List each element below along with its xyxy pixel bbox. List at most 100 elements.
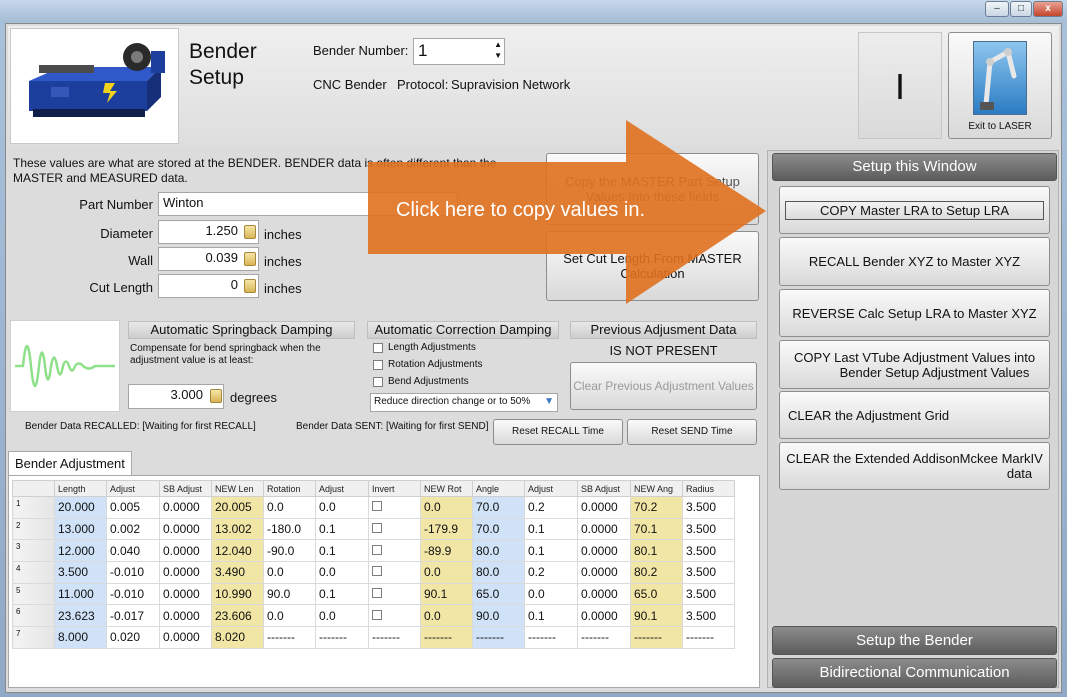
- table-cell[interactable]: 8.020: [211, 626, 264, 649]
- damping-mode-select[interactable]: Reduce direction change or to 50% ▼: [370, 393, 558, 412]
- table-row[interactable]: 1 20.000 0.005 0.0000 20.005 0.0 0.0 0.0 70.0 0.2…: [12, 496, 735, 519]
- table-row[interactable]: 3 12.000 0.040 0.0000 12.040 -90.0 0.1 -89.9 80.…: [12, 539, 735, 563]
- invert-cell[interactable]: [368, 604, 421, 628]
- table-cell[interactable]: 0.040: [106, 539, 160, 563]
- table-row[interactable]: 7 8.000 0.020 0.0000 8.020 ------- ------- ----…: [12, 626, 735, 649]
- grid-header[interactable]: Rotation: [263, 480, 316, 497]
- invert-cell[interactable]: [368, 582, 421, 606]
- table-cell[interactable]: 0.1: [524, 604, 578, 628]
- table-cell[interactable]: 65.0: [472, 582, 525, 606]
- copy-vtube-button[interactable]: COPY Last VTube Adjustment Values into B…: [779, 340, 1050, 389]
- table-cell[interactable]: 70.2: [630, 496, 683, 519]
- close-button[interactable]: x: [1033, 1, 1063, 17]
- invert-cell[interactable]: [368, 517, 421, 541]
- table-row[interactable]: 6 23.623 -0.017 0.0000 23.606 0.0 0.0 0.0 90.0 0.…: [12, 604, 735, 628]
- table-cell[interactable]: 80.0: [472, 561, 525, 584]
- table-cell[interactable]: 0.1: [524, 517, 578, 541]
- table-cell[interactable]: 12.040: [211, 539, 264, 563]
- table-cell[interactable]: 0.0: [263, 561, 316, 584]
- table-cell[interactable]: 90.0: [472, 604, 525, 628]
- table-cell[interactable]: 0.0000: [577, 496, 631, 519]
- table-cell[interactable]: -------: [630, 626, 683, 649]
- table-cell[interactable]: 90.1: [420, 582, 473, 606]
- grid-header[interactable]: Adjust: [106, 480, 160, 497]
- grid-header[interactable]: SB Adjust: [159, 480, 212, 497]
- stepper-arrows-icon[interactable]: ▲ ▼: [494, 39, 502, 61]
- table-cell[interactable]: -0.010: [106, 561, 160, 584]
- table-cell[interactable]: -------: [524, 626, 578, 649]
- table-cell[interactable]: -------: [682, 626, 735, 649]
- table-cell[interactable]: 0.0000: [577, 517, 631, 541]
- invert-cell[interactable]: [368, 496, 421, 519]
- table-cell[interactable]: 80.1: [630, 539, 683, 563]
- table-cell[interactable]: 8.000: [54, 626, 107, 649]
- grid-header[interactable]: NEW Ang: [630, 480, 683, 497]
- bender-number-stepper[interactable]: 1 ▲ ▼: [413, 38, 505, 65]
- table-cell[interactable]: -------: [472, 626, 525, 649]
- setup-bender-header[interactable]: Setup the Bender: [772, 626, 1057, 655]
- table-cell[interactable]: 20.000: [54, 496, 107, 519]
- invert-checkbox[interactable]: [372, 566, 382, 577]
- table-row[interactable]: 5 11.000 -0.010 0.0000 10.990 90.0 0.1 90.1 65.0…: [12, 582, 735, 606]
- table-cell[interactable]: -------: [368, 626, 421, 649]
- reset-send-button[interactable]: Reset SEND Time: [627, 419, 757, 445]
- chevron-down-icon[interactable]: ▼: [544, 396, 554, 407]
- table-cell[interactable]: 0.0: [420, 561, 473, 584]
- table-cell[interactable]: -------: [263, 626, 316, 649]
- length-adjustments-checkbox[interactable]: [373, 343, 383, 353]
- table-cell[interactable]: 0.0000: [577, 539, 631, 563]
- table-cell[interactable]: 90.0: [263, 582, 316, 606]
- maximize-button[interactable]: □: [1010, 1, 1032, 17]
- table-cell[interactable]: 0.0000: [159, 626, 212, 649]
- table-cell[interactable]: 12.000: [54, 539, 107, 563]
- calculator-icon[interactable]: [210, 389, 222, 403]
- table-cell[interactable]: -0.017: [106, 604, 160, 628]
- copy-master-lra-button[interactable]: COPY Master LRA to Setup LRA: [779, 186, 1050, 234]
- table-cell[interactable]: 0.0000: [159, 561, 212, 584]
- table-cell[interactable]: 0.0: [315, 561, 369, 584]
- table-cell[interactable]: 65.0: [630, 582, 683, 606]
- grid-header[interactable]: Invert: [368, 480, 421, 497]
- calculator-icon[interactable]: [244, 279, 256, 293]
- table-cell[interactable]: 80.0: [472, 539, 525, 563]
- table-cell[interactable]: 70.1: [630, 517, 683, 541]
- recall-bender-xyz-button[interactable]: RECALL Bender XYZ to Master XYZ: [779, 237, 1050, 286]
- table-cell[interactable]: 0.1: [315, 582, 369, 606]
- table-cell[interactable]: 0.0: [524, 582, 578, 606]
- table-cell[interactable]: 20.005: [211, 496, 264, 519]
- table-cell[interactable]: 13.002: [211, 517, 264, 541]
- grid-header[interactable]: Radius: [682, 480, 735, 497]
- table-cell[interactable]: 3.500: [54, 561, 107, 584]
- table-cell[interactable]: 0.0000: [159, 517, 212, 541]
- table-cell[interactable]: 0.0: [263, 496, 316, 519]
- grid-header[interactable]: SB Adjust: [577, 480, 631, 497]
- table-cell[interactable]: 0.0000: [159, 496, 212, 519]
- invert-checkbox[interactable]: [372, 609, 382, 620]
- grid-header[interactable]: [12, 480, 55, 497]
- bend-adjustments-checkbox[interactable]: [373, 377, 383, 387]
- rotation-adjustments-checkbox[interactable]: [373, 360, 383, 370]
- grid-header[interactable]: NEW Len: [211, 480, 264, 497]
- table-cell[interactable]: 0.0: [420, 496, 473, 519]
- table-cell[interactable]: 3.500: [682, 517, 735, 541]
- table-cell[interactable]: 23.606: [211, 604, 264, 628]
- table-cell[interactable]: 0.1: [315, 517, 369, 541]
- table-cell[interactable]: 0.005: [106, 496, 160, 519]
- calculator-icon[interactable]: [244, 225, 256, 239]
- reset-recall-button[interactable]: Reset RECALL Time: [493, 419, 623, 445]
- setup-window-header[interactable]: Setup this Window: [772, 153, 1057, 181]
- bidirectional-header[interactable]: Bidirectional Communication: [772, 658, 1057, 688]
- exit-to-laser-button[interactable]: Exit to LASER: [948, 32, 1052, 139]
- table-cell[interactable]: 10.990: [211, 582, 264, 606]
- table-cell[interactable]: 0.0000: [577, 582, 631, 606]
- table-cell[interactable]: -90.0: [263, 539, 316, 563]
- table-cell[interactable]: -179.9: [420, 517, 473, 541]
- grid-header[interactable]: Length: [54, 480, 107, 497]
- table-cell[interactable]: -0.010: [106, 582, 160, 606]
- grid-header[interactable]: Adjust: [315, 480, 369, 497]
- table-cell[interactable]: 70.0: [472, 496, 525, 519]
- table-cell[interactable]: 0.1: [315, 539, 369, 563]
- table-cell[interactable]: 0.0: [315, 604, 369, 628]
- invert-checkbox[interactable]: [372, 544, 382, 555]
- table-cell[interactable]: -------: [420, 626, 473, 649]
